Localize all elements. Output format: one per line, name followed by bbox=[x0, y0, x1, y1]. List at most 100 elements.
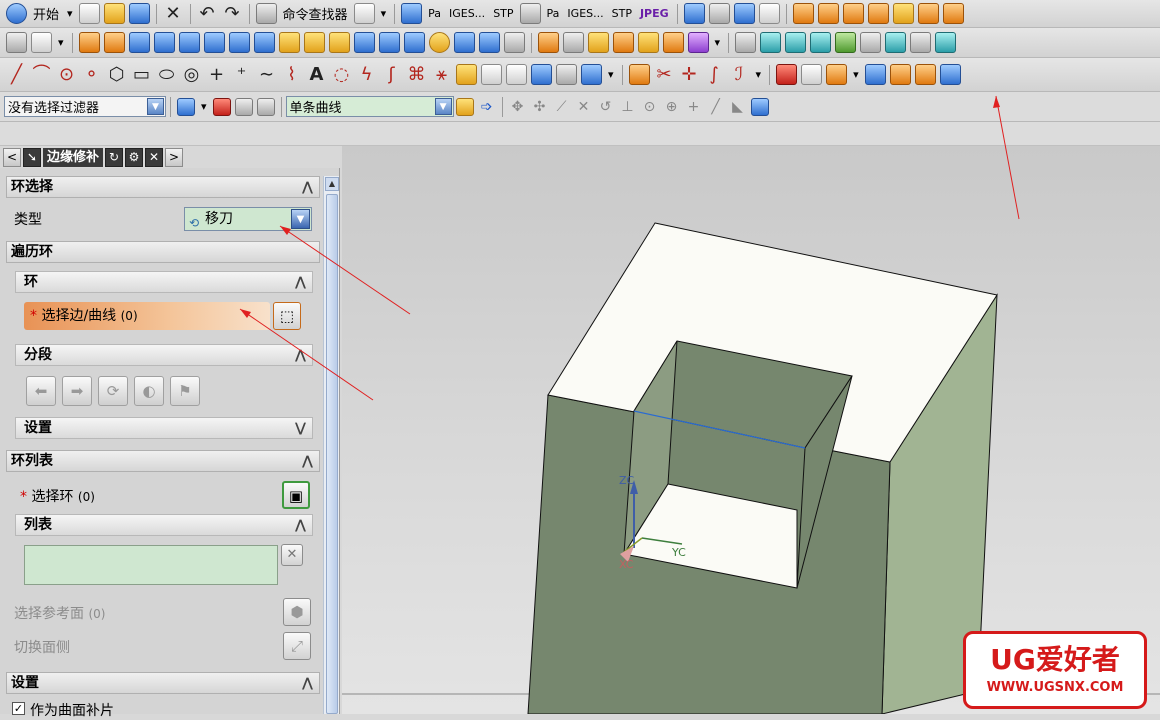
through-curve-mesh-icon[interactable] bbox=[760, 32, 782, 53]
snap-arc-center-icon[interactable]: ↺ bbox=[597, 98, 615, 116]
studio-spline-icon[interactable]: ⌇ bbox=[281, 64, 302, 85]
through-curves-icon[interactable] bbox=[735, 32, 757, 53]
gear-icon[interactable]: ⚙ bbox=[125, 147, 144, 167]
section-traverse-loop[interactable]: 遍历环 bbox=[6, 241, 320, 263]
snap-tangent-icon[interactable]: ⊥ bbox=[619, 98, 637, 116]
sketch-icon[interactable] bbox=[6, 32, 27, 53]
bridge-curve-icon[interactable]: ⌘ bbox=[406, 64, 427, 85]
subsection-segment[interactable]: 分段 ⋀ bbox=[15, 344, 313, 366]
datum-plane-icon[interactable] bbox=[31, 32, 52, 53]
helix-icon[interactable]: ◎ bbox=[181, 64, 202, 85]
polygon-icon[interactable]: ⬡ bbox=[106, 64, 127, 85]
command-finder-button[interactable]: 命令查找器 bbox=[283, 4, 348, 23]
slot-icon[interactable] bbox=[303, 32, 325, 53]
collapse-icon[interactable]: ⋀ bbox=[295, 345, 306, 366]
spline-icon[interactable]: ∼ bbox=[256, 64, 277, 85]
panel-scrollbar[interactable]: ▲ bbox=[323, 176, 339, 714]
synchronous-move-icon[interactable] bbox=[864, 64, 886, 85]
sew-icon[interactable] bbox=[662, 32, 684, 53]
type-filter-select[interactable]: 没有选择过滤器 ▼ bbox=[4, 96, 166, 117]
dropdown-arrow[interactable]: ▾ bbox=[381, 7, 387, 20]
scrollbar-thumb[interactable] bbox=[326, 194, 338, 714]
face-pattern-icon[interactable] bbox=[826, 64, 848, 85]
combined-curve-icon[interactable]: ʃ bbox=[381, 64, 402, 85]
snap-midpoint-icon[interactable]: ✣ bbox=[531, 98, 549, 116]
select-edge-curve-row[interactable]: * 选择边/曲线 (0) bbox=[24, 302, 270, 330]
ruled-icon[interactable] bbox=[810, 32, 832, 53]
point-icon[interactable]: ⊙ bbox=[56, 64, 77, 85]
reference-set-icon[interactable] bbox=[917, 3, 939, 24]
collapse-icon[interactable]: ⋀ bbox=[302, 451, 313, 472]
next-segment-button[interactable]: ➡ bbox=[62, 376, 92, 406]
export-pa2-label[interactable]: Pa bbox=[547, 7, 560, 20]
assembly-icon[interactable] bbox=[792, 3, 814, 24]
thread-icon[interactable] bbox=[503, 32, 525, 53]
split-body-icon[interactable] bbox=[637, 32, 659, 53]
export-jpeg-label[interactable]: JPEG bbox=[640, 7, 669, 20]
dropdown-arrow[interactable]: ▾ bbox=[608, 68, 614, 81]
cylinder-solid-icon[interactable] bbox=[403, 32, 425, 53]
ellipse-icon[interactable]: ⬭ bbox=[156, 64, 177, 85]
point-set-icon[interactable]: ⚬ bbox=[81, 64, 102, 85]
line-icon[interactable]: ╱ bbox=[6, 64, 27, 85]
tab-prev-button[interactable]: < bbox=[3, 147, 21, 167]
law-extension-icon[interactable] bbox=[860, 32, 882, 53]
curve-length-icon[interactable]: ∫ bbox=[704, 64, 725, 85]
chamfer-icon[interactable] bbox=[353, 32, 375, 53]
swept-icon[interactable] bbox=[785, 32, 807, 53]
wrap-curve-icon[interactable] bbox=[531, 64, 552, 85]
snap-endpoint-icon[interactable]: ✥ bbox=[509, 98, 527, 116]
bridge-surface-icon[interactable] bbox=[885, 32, 907, 53]
intersection-curve-icon[interactable]: ⚹ bbox=[431, 64, 452, 85]
select-feature-icon[interactable] bbox=[256, 97, 275, 116]
nx5-icon[interactable] bbox=[128, 32, 150, 53]
subtract-icon[interactable] bbox=[562, 32, 584, 53]
snap-control-icon[interactable]: ⟋ bbox=[553, 98, 571, 116]
section-surface-icon[interactable] bbox=[910, 32, 932, 53]
hole-icon[interactable] bbox=[178, 32, 200, 53]
shaded-cube-icon[interactable] bbox=[733, 3, 755, 24]
tab-next-button[interactable]: > bbox=[165, 147, 184, 167]
project-curve-icon[interactable]: ϟ bbox=[356, 64, 377, 85]
offset-region-icon[interactable] bbox=[939, 64, 961, 85]
arc-icon[interactable]: ⌒ bbox=[31, 64, 52, 85]
face-curve-icon[interactable] bbox=[581, 64, 602, 85]
cube-icon[interactable] bbox=[378, 32, 400, 53]
divide-curve-icon[interactable]: ✛ bbox=[679, 64, 700, 85]
pocket-icon[interactable] bbox=[228, 32, 250, 53]
pad-icon[interactable] bbox=[278, 32, 300, 53]
finish-loop-button[interactable]: ⚑ bbox=[170, 376, 200, 406]
select-loop-row[interactable]: * 选择环 (0) bbox=[20, 486, 95, 506]
extrude-icon[interactable] bbox=[78, 32, 100, 53]
offset-curve-icon[interactable]: ◌ bbox=[331, 64, 352, 85]
save-icon[interactable] bbox=[128, 3, 150, 24]
type-select[interactable]: ⟲ 移刀 ▼ bbox=[184, 207, 312, 231]
subsection-list[interactable]: 列表 ⋀ bbox=[15, 514, 313, 536]
trim-body-icon[interactable] bbox=[612, 32, 634, 53]
chevron-down-icon[interactable]: ▼ bbox=[434, 98, 452, 115]
text-icon[interactable]: A bbox=[306, 64, 327, 85]
chevron-down-icon[interactable]: ▼ bbox=[291, 209, 310, 229]
component-icon[interactable] bbox=[842, 3, 864, 24]
sphere-icon[interactable] bbox=[428, 32, 450, 53]
snap-curve-icon[interactable]: ╱ bbox=[707, 98, 725, 116]
command-finder-icon[interactable] bbox=[255, 3, 277, 24]
wave-icon[interactable] bbox=[942, 3, 964, 24]
dropdown-arrow[interactable]: ▾ bbox=[58, 36, 64, 49]
tube-icon[interactable] bbox=[453, 32, 475, 53]
replace-face-icon[interactable] bbox=[889, 64, 911, 85]
resize-face-icon[interactable] bbox=[914, 64, 936, 85]
undo-icon[interactable]: ↶ bbox=[197, 3, 218, 24]
block-icon[interactable] bbox=[153, 32, 175, 53]
section-curve-icon[interactable] bbox=[456, 64, 477, 85]
shell-icon[interactable] bbox=[478, 32, 500, 53]
as-surface-patch-checkbox[interactable]: ✓ bbox=[12, 702, 25, 715]
close-icon[interactable]: ✕ bbox=[145, 147, 164, 167]
export-pa-label[interactable]: Pa bbox=[428, 7, 441, 20]
edge-patch-icon[interactable] bbox=[801, 64, 823, 85]
follow-fillet-icon[interactable]: ➩ bbox=[478, 98, 496, 116]
start-dropdown-arrow[interactable]: ▾ bbox=[67, 7, 73, 20]
chevron-down-icon[interactable]: ▼ bbox=[147, 98, 164, 115]
scroll-up-icon[interactable]: ▲ bbox=[325, 177, 339, 191]
redo-icon[interactable]: ↷ bbox=[222, 3, 243, 24]
